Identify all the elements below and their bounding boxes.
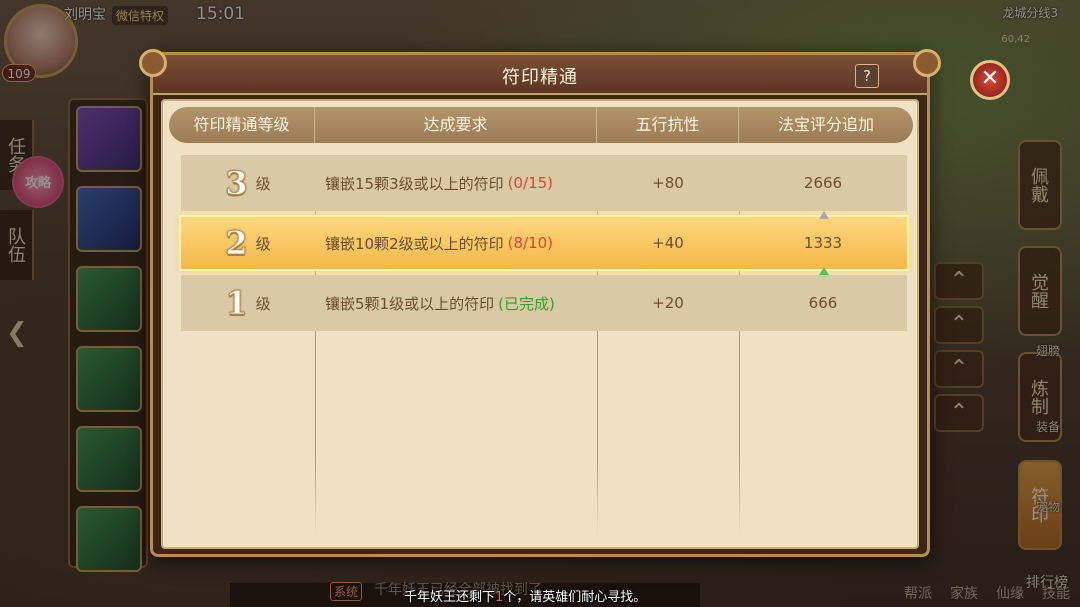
score-cell: 1333: [739, 211, 907, 275]
requirement-text: 镶嵌5颗1级或以上的符印: [325, 294, 495, 313]
level-number: 1: [225, 284, 248, 323]
header-requirement: 达成要求: [315, 107, 597, 143]
arrow-up-gray-icon: [819, 211, 829, 219]
notice-prefix: 千年妖王还剩下: [404, 590, 496, 605]
corner-ornament-left-icon: [139, 49, 167, 77]
header-resist: 五行抗性: [597, 107, 739, 143]
dialog-title: 符印精通: [502, 67, 578, 88]
progress-text: (0/15): [507, 174, 554, 192]
requirement-cell: 镶嵌5颗1级或以上的符印 (已完成): [315, 275, 597, 331]
table-header: 符印精通等级 达成要求 五行抗性 法宝评分追加: [169, 107, 913, 143]
corner-ornament-right-icon: [913, 49, 941, 77]
resist-value: +20: [652, 294, 684, 312]
level-suffix: 级: [255, 294, 271, 313]
score-value: 1333: [803, 234, 843, 252]
help-button[interactable]: ?: [855, 64, 879, 88]
progress-text: (已完成): [498, 294, 555, 313]
level-cell: 3 级: [181, 155, 315, 211]
header-level: 符印精通等级: [169, 107, 315, 143]
score-value: 2666: [803, 174, 843, 192]
notice-suffix: 个，请英雄们耐心寻找。: [503, 590, 647, 605]
level-suffix: 级: [255, 234, 271, 253]
requirement-cell: 镶嵌15颗3级或以上的符印 (0/15): [315, 155, 597, 211]
close-button[interactable]: ✕: [970, 60, 1010, 100]
level-cell: 1 级: [181, 275, 315, 331]
system-notice: 千年妖王还剩下1个，请英雄们耐心寻找。: [404, 586, 646, 605]
table-row[interactable]: 3 级 镶嵌15颗3级或以上的符印 (0/15) +80 2666: [181, 155, 907, 211]
level-suffix: 级: [255, 174, 271, 193]
resist-value: +40: [652, 234, 684, 252]
requirement-text: 镶嵌15颗3级或以上的符印: [325, 174, 504, 193]
progress-text: (8/10): [507, 234, 554, 252]
requirement-cell: 镶嵌10颗2级或以上的符印 (8/10): [315, 217, 597, 269]
level-number: 3: [225, 164, 248, 203]
level-cell: 2 级: [181, 217, 315, 269]
level-number: 2: [225, 224, 248, 263]
table-row[interactable]: 1 级 镶嵌5颗1级或以上的符印 (已完成) +20 666: [181, 275, 907, 331]
requirement-text: 镶嵌10颗2级或以上的符印: [325, 234, 504, 253]
dialog-body: 符印精通等级 达成要求 五行抗性 法宝评分追加 3 级 镶嵌15颗3级或以上的符…: [161, 99, 919, 549]
arrow-up-green-icon: [819, 267, 829, 275]
resist-value: +80: [652, 174, 684, 192]
score-value: 666: [808, 294, 838, 312]
rune-mastery-dialog: 符印精通 ? 符印精通等级 达成要求 五行抗性 法宝评分追加 3 级 镶嵌15颗…: [139, 49, 941, 557]
header-score: 法宝评分追加: [777, 115, 874, 134]
dialog-header: 符印精通 ?: [153, 55, 927, 95]
table-row-current[interactable]: 2 级 镶嵌10颗2级或以上的符印 (8/10) +40 1333: [179, 211, 909, 275]
